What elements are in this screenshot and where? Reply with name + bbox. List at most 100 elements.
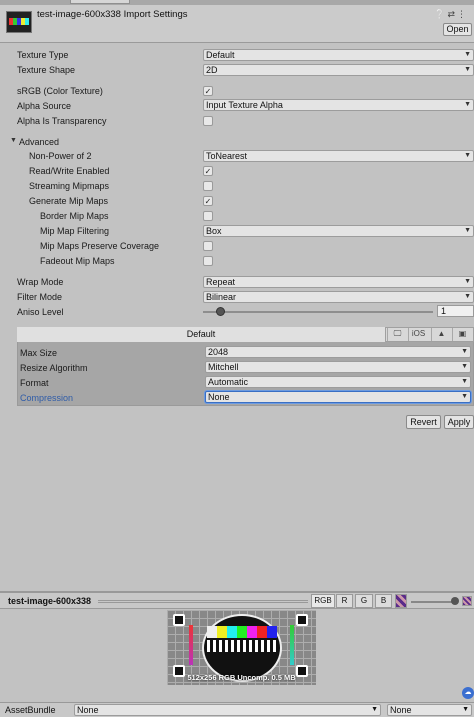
chevron-down-icon: ▼: [464, 227, 471, 234]
generate-mips-checkbox[interactable]: ✓: [203, 196, 213, 206]
srgb-checkbox[interactable]: ✓: [203, 86, 213, 96]
revert-button[interactable]: Revert: [406, 415, 441, 429]
html5-icon: ▣: [458, 329, 467, 338]
asset-bundle-variant-value: None: [390, 705, 412, 715]
texture-shape-label: Texture Shape: [17, 65, 76, 75]
read-write-checkbox[interactable]: ✓: [203, 166, 213, 176]
srgb-label: sRGB (Color Texture): [17, 86, 103, 96]
mip-level-slider-handle[interactable]: [451, 597, 459, 605]
chevron-down-icon: ▼: [461, 378, 468, 385]
tab-standalone[interactable]: 🖵: [387, 328, 407, 341]
alpha-source-value: Input Texture Alpha: [206, 100, 283, 110]
header-icons: ❔⇄⋮: [434, 9, 468, 20]
filter-mode-value: Bilinear: [206, 292, 237, 302]
chevron-down-icon: ▼: [464, 278, 471, 285]
compression-value: None: [208, 392, 230, 402]
chevron-down-icon: ▼: [464, 293, 471, 300]
max-size-label: Max Size: [20, 348, 58, 358]
generate-mips-label: Generate Mip Maps: [29, 196, 109, 206]
texture-shape-value: 2D: [206, 65, 218, 75]
page-title: test-image-600x338 Import Settings: [37, 9, 188, 20]
alpha-checker-icon[interactable]: [395, 594, 407, 608]
channel-rgb-button[interactable]: RGB: [311, 594, 335, 608]
apply-button[interactable]: Apply: [444, 415, 474, 429]
wrap-mode-label: Wrap Mode: [17, 277, 64, 287]
chevron-down-icon: ▼: [461, 393, 468, 400]
open-button[interactable]: Open: [443, 23, 472, 36]
format-value: Automatic: [208, 377, 249, 387]
settings-icon[interactable]: ⇄: [447, 9, 457, 19]
texture-shape-dropdown[interactable]: 2D ▼: [203, 64, 474, 76]
streaming-mipmaps-checkbox[interactable]: [203, 181, 213, 191]
texture-type-value: Default: [206, 50, 235, 60]
chevron-down-icon: ▼: [462, 706, 469, 713]
resize-algorithm-dropdown[interactable]: Mitchell ▼: [205, 361, 471, 373]
format-label: Format: [20, 378, 49, 388]
resize-algorithm-label: Resize Algorithm: [20, 363, 88, 373]
aniso-slider-handle[interactable]: [216, 307, 225, 316]
channel-g-button[interactable]: G: [355, 594, 373, 608]
streaming-mipmaps-label: Streaming Mipmaps: [29, 181, 110, 191]
chevron-down-icon: ▼: [464, 101, 471, 108]
alpha-transparency-label: Alpha Is Transparency: [17, 116, 107, 126]
foldout-arrow-icon[interactable]: ▼: [10, 137, 17, 144]
preview-title: test-image-600x338: [8, 596, 92, 606]
advanced-foldout[interactable]: Advanced: [19, 137, 59, 147]
aniso-slider-track[interactable]: [203, 311, 433, 313]
chevron-down-icon: ▼: [464, 152, 471, 159]
tab-android[interactable]: ▲: [431, 328, 451, 341]
mip-filtering-label: Mip Map Filtering: [40, 226, 110, 236]
tab-default[interactable]: Default: [17, 327, 386, 342]
asset-bundle-value: None: [77, 705, 99, 715]
monitor-icon: 🖵: [393, 329, 402, 338]
channel-b-button[interactable]: B: [375, 594, 392, 608]
fadeout-mips-label: Fadeout Mip Maps: [40, 256, 115, 266]
cloud-icon[interactable]: ☁: [462, 687, 474, 699]
max-size-dropdown[interactable]: 2048 ▼: [205, 346, 471, 358]
mip-filtering-value: Box: [206, 226, 222, 236]
mip-filtering-dropdown[interactable]: Box ▼: [203, 225, 474, 237]
alpha-source-dropdown[interactable]: Input Texture Alpha ▼: [203, 99, 474, 111]
texture-type-label: Texture Type: [17, 50, 69, 60]
max-size-value: 2048: [208, 347, 229, 357]
alpha-source-label: Alpha Source: [17, 101, 72, 111]
preview-drag-handle[interactable]: [98, 600, 308, 603]
filter-mode-dropdown[interactable]: Bilinear ▼: [203, 291, 474, 303]
compression-dropdown[interactable]: None ▼: [205, 391, 471, 403]
more-icon[interactable]: ⋮: [457, 9, 468, 19]
chevron-down-icon: ▼: [461, 348, 468, 355]
channel-r-button[interactable]: R: [336, 594, 353, 608]
alpha-transparency-checkbox[interactable]: [203, 116, 213, 126]
border-mips-label: Border Mip Maps: [40, 211, 109, 221]
mip-level-slider[interactable]: [411, 601, 455, 603]
android-icon: ▲: [437, 329, 446, 338]
info-icon[interactable]: ❔: [434, 9, 447, 19]
fadeout-mips-checkbox[interactable]: [203, 256, 213, 266]
npot-label: Non-Power of 2: [29, 151, 92, 161]
asset-bundle-dropdown[interactable]: None ▼: [74, 704, 381, 716]
mip-level-icon: [462, 596, 472, 606]
inspector-tab[interactable]: [70, 0, 130, 4]
tab-ios[interactable]: iOS: [408, 328, 428, 341]
wrap-mode-dropdown[interactable]: Repeat ▼: [203, 276, 474, 288]
resize-algorithm-value: Mitchell: [208, 362, 239, 372]
aniso-level-field[interactable]: 1: [437, 305, 474, 317]
chevron-down-icon: ▼: [464, 51, 471, 58]
texture-info: 512x256 RGB Uncomp. 0.5 MB: [187, 673, 296, 682]
format-dropdown[interactable]: Automatic ▼: [205, 376, 471, 388]
chevron-down-icon: ▼: [371, 706, 378, 713]
texture-thumbnail: [6, 11, 32, 33]
texture-preview-image: 512x256 RGB Uncomp. 0.5 MB: [167, 610, 316, 685]
mip-coverage-checkbox[interactable]: [203, 241, 213, 251]
asset-bundle-variant-dropdown[interactable]: None ▼: [387, 704, 472, 716]
chevron-down-icon: ▼: [461, 363, 468, 370]
border-mips-checkbox[interactable]: [203, 211, 213, 221]
npot-value: ToNearest: [206, 151, 248, 161]
aniso-level-label: Aniso Level: [17, 307, 64, 317]
wrap-mode-value: Repeat: [206, 277, 236, 287]
texture-type-dropdown[interactable]: Default ▼: [203, 49, 474, 61]
npot-dropdown[interactable]: ToNearest ▼: [203, 150, 474, 162]
compression-label: Compression: [20, 393, 74, 403]
tab-webgl[interactable]: ▣: [452, 328, 472, 341]
chevron-down-icon: ▼: [464, 66, 471, 73]
